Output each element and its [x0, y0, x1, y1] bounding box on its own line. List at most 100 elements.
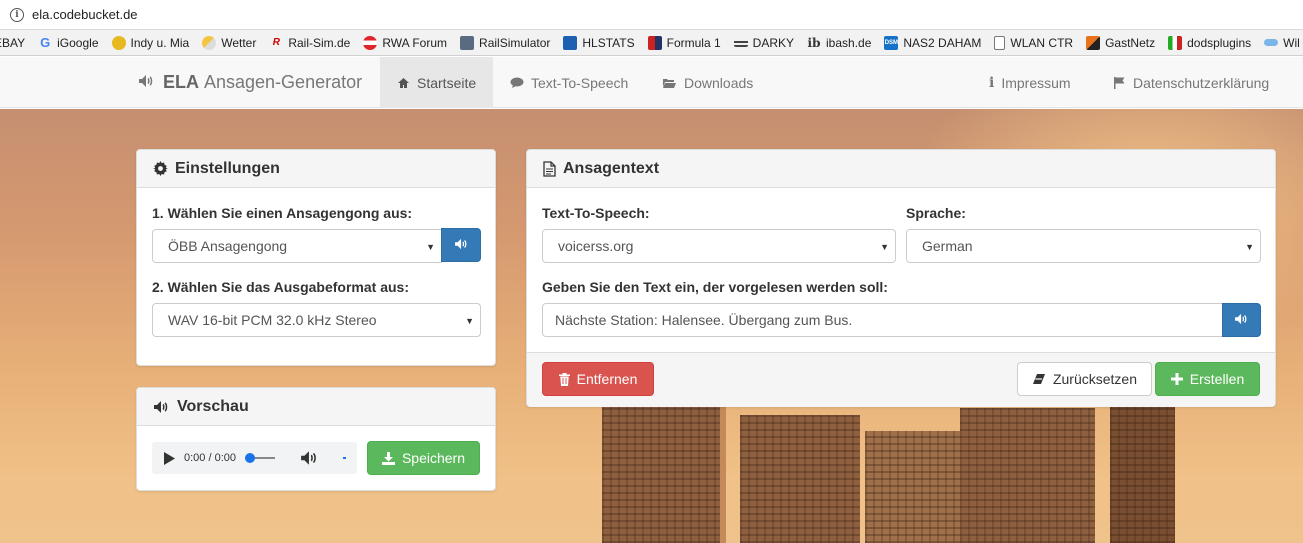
volume-up-icon	[1234, 312, 1249, 328]
info-icon[interactable]: i	[10, 7, 24, 22]
bookmark-item[interactable]: RWA Forum	[363, 35, 448, 50]
bookmark-label: WLAN CTR	[1010, 35, 1074, 50]
chevron-down-icon: ▼	[880, 242, 889, 252]
link-icon	[1264, 39, 1279, 46]
bookmark-item[interactable]: RailSimulator	[460, 35, 551, 50]
folder-open-icon	[662, 77, 677, 89]
bookmark-item[interactable]: GastNetz	[1086, 35, 1156, 50]
url-text[interactable]: ela.codebucket.de	[32, 7, 138, 22]
bookmark-label: NAS2 DAHAM	[903, 35, 982, 50]
weather-icon	[202, 35, 217, 50]
play-gong-button[interactable]	[441, 228, 481, 262]
reset-button[interactable]: Zurücksetzen	[1017, 362, 1152, 396]
page-icon	[994, 35, 1006, 50]
announcement-text-input[interactable]: Nächste Station: Halensee. Übergang zum …	[542, 303, 1223, 337]
settings-panel: Einstellungen 1. Wählen Sie einen Ansage…	[136, 149, 496, 366]
tts-select-value: voicerss.org	[558, 238, 634, 254]
building	[865, 431, 965, 543]
bookmark-item[interactable]: WLAN CTR	[994, 35, 1074, 50]
ibash-icon: ib	[807, 35, 821, 50]
bookmark-item[interactable]: R Rail-Sim.de	[269, 35, 351, 50]
nav-label: Text-To-Speech	[531, 74, 629, 91]
bookmark-item[interactable]: Wil	[1264, 36, 1300, 50]
building	[720, 393, 726, 543]
announcement-panel: Ansagentext Text-To-Speech: voicerss.org…	[526, 149, 1276, 407]
bookmark-item[interactable]: Wetter	[202, 35, 257, 50]
panel-heading: Ansagentext	[527, 150, 1275, 188]
nav-label: Startseite	[417, 74, 477, 91]
create-button[interactable]: Erstellen	[1155, 362, 1260, 396]
tts-provider-select[interactable]: voicerss.org ▼	[542, 229, 896, 263]
chevron-down-icon: ▼	[426, 242, 435, 252]
language-select-value: German	[922, 238, 973, 254]
building	[1110, 403, 1175, 543]
chevron-down-icon: ▼	[465, 316, 474, 326]
bookmark-label: dodsplugins	[1187, 35, 1252, 50]
brand-text: Ansagen-Generator	[204, 72, 363, 92]
bookmark-label: GastNetz	[1105, 35, 1156, 50]
train-icon	[460, 35, 475, 50]
railsim-icon: R	[272, 36, 280, 48]
plus-icon	[1170, 373, 1183, 385]
bookmark-label: DARKY	[752, 35, 794, 50]
bookmark-item[interactable]: GiGoogle	[38, 35, 99, 50]
preview-panel: Vorschau 0:00 / 0:00 Speichern	[136, 387, 496, 491]
darky-icon	[733, 38, 748, 47]
nav-text-to-speech[interactable]: Text-To-Speech	[493, 57, 645, 108]
nav-downloads[interactable]: Downloads	[645, 57, 770, 108]
remove-button[interactable]: Entfernen	[542, 362, 654, 396]
home-icon	[397, 77, 410, 89]
bookmarks-bar: EBAY GiGoogle Indy u. Mia Wetter R Rail-S…	[0, 30, 1303, 56]
bookmark-item[interactable]: DARKY	[733, 35, 794, 50]
announcement-text-value: Nächste Station: Halensee. Übergang zum …	[555, 312, 853, 328]
panel-footer: Entfernen Zurücksetzen Erstellen	[527, 352, 1275, 407]
volume-icon[interactable]	[300, 450, 319, 466]
bookmark-item[interactable]: ib ibash.de	[807, 35, 872, 50]
bookmark-item[interactable]: dodsplugins	[1168, 35, 1252, 50]
bookmark-item[interactable]: Formula 1	[647, 35, 721, 50]
bookmark-label: RWA Forum	[382, 35, 448, 50]
bookmark-item[interactable]: EBAY	[0, 36, 25, 50]
bookmark-label: Wil	[1283, 35, 1300, 50]
audio-progress-slider[interactable]	[245, 452, 275, 464]
gong-select-value: ÖBB Ansagengong	[168, 238, 288, 254]
brand-link[interactable]: ELA Ansagen-Generator	[138, 57, 362, 108]
sun-face-icon	[111, 35, 126, 50]
play-icon[interactable]	[164, 451, 175, 465]
save-button[interactable]: Speichern	[367, 441, 480, 475]
panel-title: Einstellungen	[175, 159, 280, 177]
address-bar[interactable]: i ela.codebucket.de	[0, 0, 1303, 30]
bookmark-item[interactable]: HLSTATS	[563, 35, 635, 50]
trash-icon	[558, 372, 570, 386]
nav-label: Datenschutzerklärung	[1133, 74, 1270, 91]
brand-bold: ELA	[163, 72, 199, 92]
main-navbar: ELA Ansagen-Generator Startseite Text-To…	[0, 57, 1303, 108]
audio-player[interactable]: 0:00 / 0:00	[152, 442, 357, 474]
bookmark-item[interactable]: DSM NAS2 DAHAM	[884, 35, 982, 50]
bookmark-label: RailSimulator	[479, 35, 551, 50]
save-button-label: Speichern	[401, 450, 466, 466]
flag-icon	[1113, 76, 1126, 89]
bookmark-label: Indy u. Mia	[130, 35, 190, 50]
comment-icon	[510, 77, 524, 89]
bookmark-label: Wetter	[221, 35, 257, 50]
gong-select[interactable]: ÖBB Ansagengong ▼	[152, 229, 442, 263]
reset-button-label: Zurücksetzen	[1052, 371, 1138, 387]
eraser-icon	[1032, 373, 1046, 385]
gong-label: 1. Wählen Sie einen Ansagengong aus:	[152, 205, 413, 221]
bookmark-item[interactable]: Indy u. Mia	[111, 35, 190, 50]
panel-heading: Vorschau	[137, 388, 495, 426]
format-label: 2. Wählen Sie das Ausgabeformat aus:	[152, 279, 409, 295]
volume-up-icon	[153, 400, 170, 414]
nav-datenschutz[interactable]: Datenschutzerklärung	[1096, 57, 1286, 108]
nav-startseite[interactable]: Startseite	[380, 57, 493, 108]
audio-time: 0:00 / 0:00	[184, 452, 236, 464]
bookmark-label: iGoogle	[57, 35, 99, 50]
language-select[interactable]: German ▼	[906, 229, 1261, 263]
format-select[interactable]: WAV 16-bit PCM 32.0 kHz Stereo ▼	[152, 303, 481, 337]
language-label: Sprache:	[906, 205, 966, 221]
play-text-button[interactable]	[1222, 303, 1261, 337]
nav-impressum[interactable]: i Impressum	[972, 57, 1088, 108]
volume-slider[interactable]	[343, 457, 346, 459]
bookmark-label: Rail-Sim.de	[288, 35, 351, 50]
